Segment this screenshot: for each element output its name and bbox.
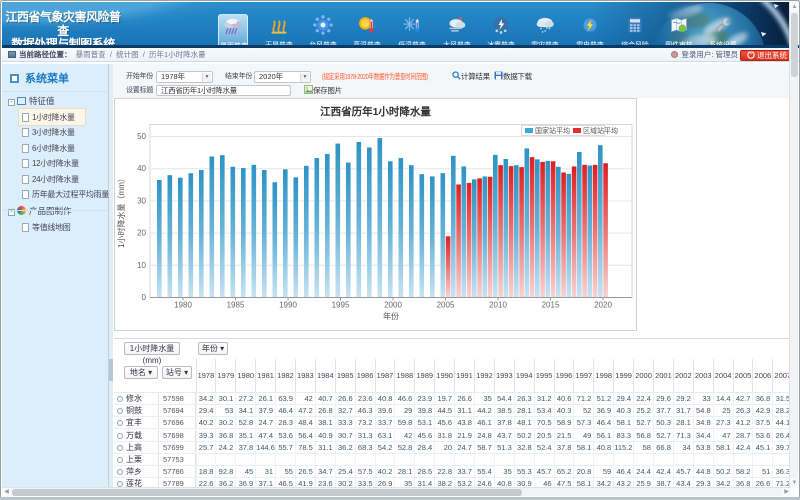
svg-text:30: 30 (137, 196, 146, 205)
svg-text:2005: 2005 (437, 301, 455, 310)
svg-text:0: 0 (142, 293, 147, 302)
svg-text:40: 40 (137, 164, 146, 173)
svg-text:2000: 2000 (384, 301, 402, 310)
svg-text:*: * (546, 27, 548, 33)
svg-text:10: 10 (137, 261, 146, 270)
svg-text:50: 50 (137, 132, 146, 141)
svg-text:1980: 1980 (174, 301, 192, 310)
svg-text:*: * (542, 31, 544, 35)
svg-text:1小时降水量（mm）: 1小时降水量（mm） (116, 174, 126, 248)
svg-text:*: * (548, 28, 550, 34)
svg-text:2020: 2020 (594, 301, 612, 310)
svg-text:1985: 1985 (227, 301, 245, 310)
svg-text:20: 20 (137, 229, 146, 238)
svg-text:2010: 2010 (489, 301, 507, 310)
svg-text:1995: 1995 (332, 301, 350, 310)
svg-text:2015: 2015 (542, 301, 560, 310)
svg-text:年份: 年份 (383, 311, 399, 321)
svg-text:1990: 1990 (279, 301, 297, 310)
